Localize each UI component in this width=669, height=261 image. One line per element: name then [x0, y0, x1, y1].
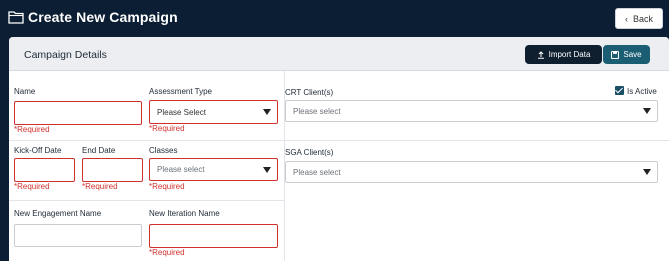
back-button[interactable]: ‹ Back [615, 8, 663, 29]
save-button[interactable]: Save [603, 45, 650, 64]
name-label: Name [14, 87, 36, 96]
import-data-button[interactable]: Import Data [525, 45, 602, 64]
name-required: *Required [14, 125, 50, 134]
new-engagement-input[interactable] [14, 224, 142, 247]
chevron-down-icon [263, 109, 271, 115]
folder-icon [8, 11, 24, 24]
end-date-input[interactable] [82, 158, 143, 182]
classes-required: *Required [149, 182, 185, 191]
floppy-disk-icon [611, 50, 620, 59]
sga-clients-select[interactable]: Please select [285, 161, 658, 183]
new-iteration-label: New Iteration Name [149, 209, 220, 218]
name-input[interactable] [14, 101, 142, 125]
card-header: Campaign Details Import Data Save [9, 37, 669, 71]
new-engagement-label: New Engagement Name [14, 209, 102, 218]
row-divider [284, 140, 669, 141]
chevron-left-icon: ‹ [624, 13, 628, 24]
sga-clients-label: SGA Client(s) [285, 148, 334, 157]
chevron-down-icon [643, 108, 651, 114]
assessment-type-label: Assessment Type [149, 87, 212, 96]
new-iteration-input[interactable] [149, 224, 278, 248]
end-date-required: *Required [82, 182, 118, 191]
chevron-down-icon [263, 166, 271, 173]
is-active-checkbox[interactable] [615, 86, 624, 95]
crt-clients-select[interactable]: Please select [285, 100, 658, 122]
campaign-details-card: Campaign Details Import Data Save Name *… [9, 37, 669, 261]
assessment-type-select[interactable]: Please Select [149, 100, 278, 124]
new-iteration-required: *Required [149, 248, 185, 257]
card-title: Campaign Details [24, 49, 107, 61]
assessment-type-required: *Required [149, 124, 185, 133]
kickoff-date-label: Kick-Off Date [14, 146, 62, 155]
page-title: Create New Campaign [28, 9, 178, 25]
crt-clients-label: CRT Client(s) [285, 88, 334, 97]
row-divider [9, 200, 284, 201]
row-divider [9, 140, 284, 141]
kickoff-date-required: *Required [14, 182, 50, 191]
top-bar: Create New Campaign ‹ Back [0, 0, 669, 37]
classes-select[interactable]: Please select [149, 158, 278, 181]
classes-label: Classes [149, 146, 178, 155]
is-active-label: Is Active [627, 87, 657, 96]
upload-icon [537, 50, 544, 59]
kickoff-date-input[interactable] [14, 158, 75, 182]
chevron-down-icon [643, 169, 651, 175]
end-date-label: End Date [82, 146, 116, 155]
